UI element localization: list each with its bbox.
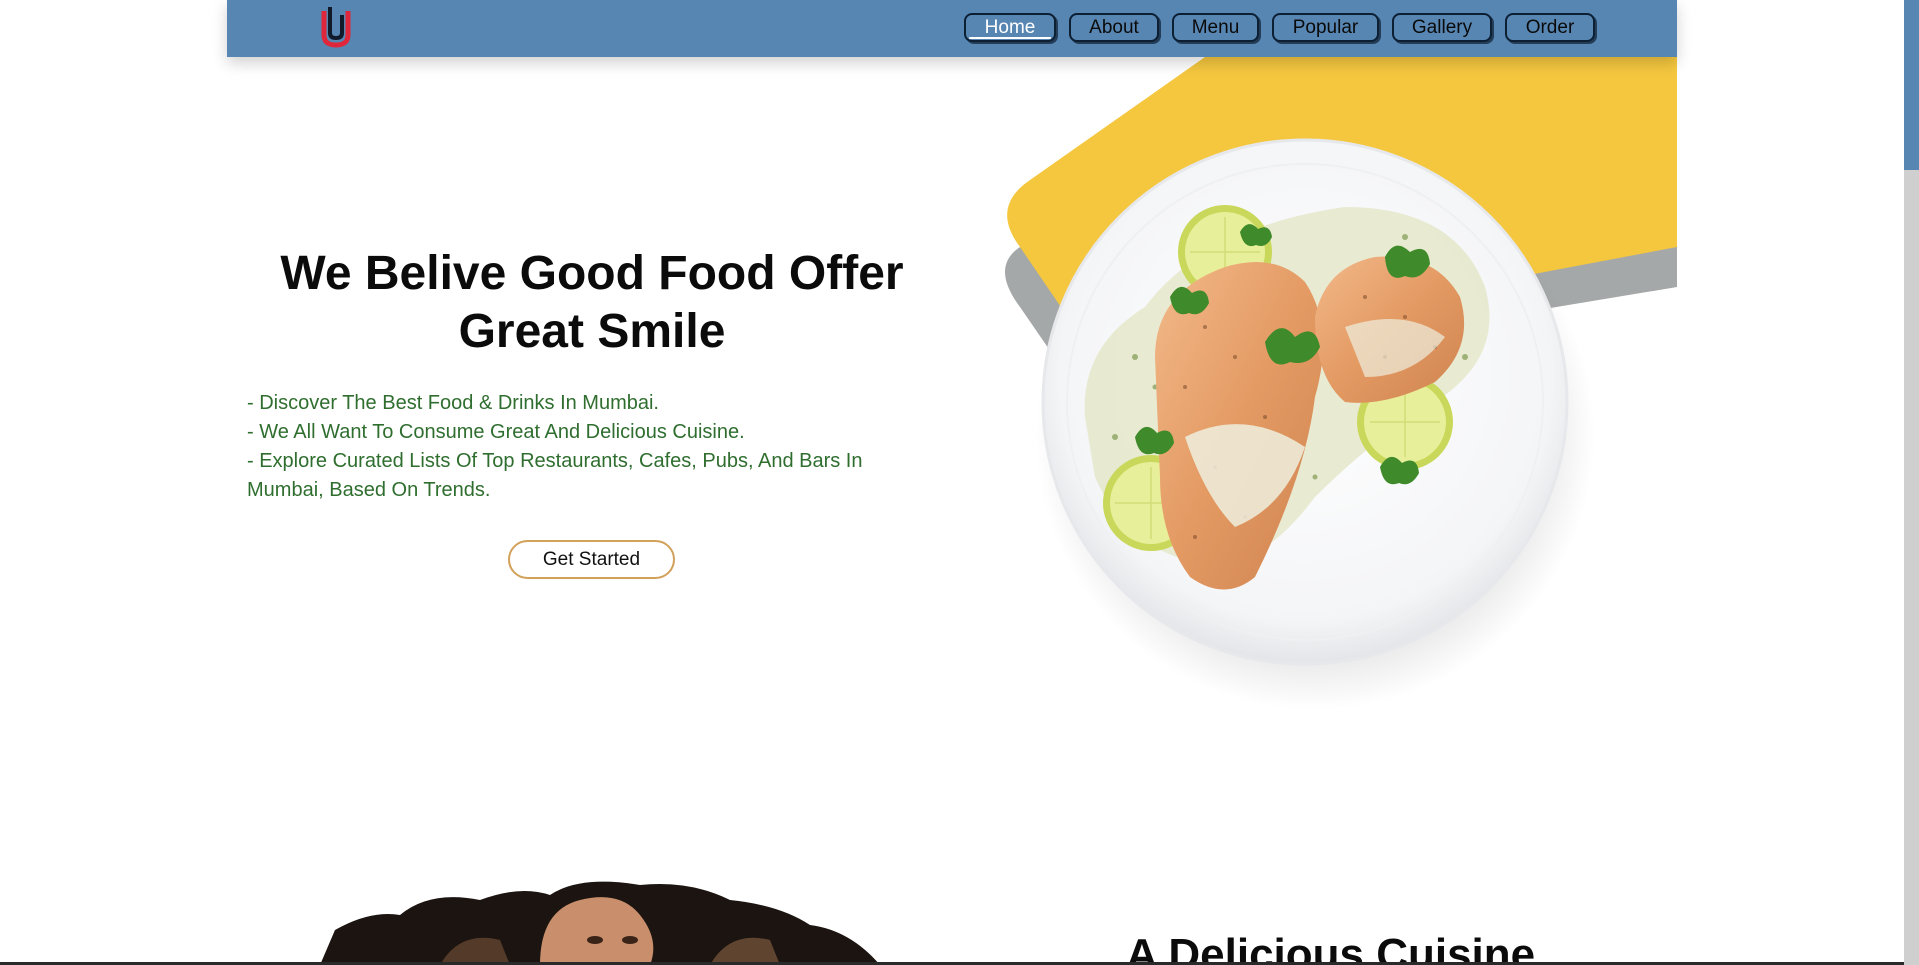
nav-home[interactable]: Home <box>964 13 1056 42</box>
nav-menu-label: Menu <box>1191 17 1240 38</box>
page-scrollbar[interactable] <box>1904 0 1919 965</box>
site-header: Home About Menu Popular Gallery Order <box>227 0 1677 57</box>
nav-gallery[interactable]: Gallery <box>1392 13 1492 42</box>
hero-point: - Discover The Best Food & Drinks In Mum… <box>247 392 659 414</box>
hero-text: We Belive Good Food Offer Great Smile - … <box>240 245 940 579</box>
scrollbar-thumb[interactable] <box>1904 0 1919 170</box>
nav-about[interactable]: About <box>1069 13 1159 42</box>
hero-title: We Belive Good Food Offer Great Smile <box>280 247 904 358</box>
hero-point: - Explore Curated Lists Of Top Restauran… <box>247 450 863 501</box>
nav-home-label: Home <box>984 17 1036 38</box>
hero-point: - We All Want To Consume Great And Delic… <box>247 421 745 443</box>
active-underline <box>969 37 1051 39</box>
section-title: A Delicious Cuisine <box>1126 930 1536 965</box>
nav-about-label: About <box>1089 17 1139 38</box>
get-started-button[interactable]: Get Started <box>508 540 675 579</box>
nav-menu[interactable]: Menu <box>1172 13 1259 42</box>
chef-brush-image <box>320 881 880 965</box>
hero-plate-image <box>1005 57 1677 710</box>
nav-gallery-label: Gallery <box>1411 17 1473 38</box>
nav-order-label: Order <box>1525 17 1575 38</box>
nav-order[interactable]: Order <box>1505 13 1595 42</box>
hero-points: - Discover The Best Food & Drinks In Mum… <box>240 389 940 505</box>
brand-logo[interactable] <box>319 4 353 49</box>
nav-popular[interactable]: Popular <box>1272 13 1379 42</box>
main-nav: Home About Menu Popular Gallery Order <box>964 13 1595 42</box>
nav-popular-label: Popular <box>1292 17 1359 38</box>
